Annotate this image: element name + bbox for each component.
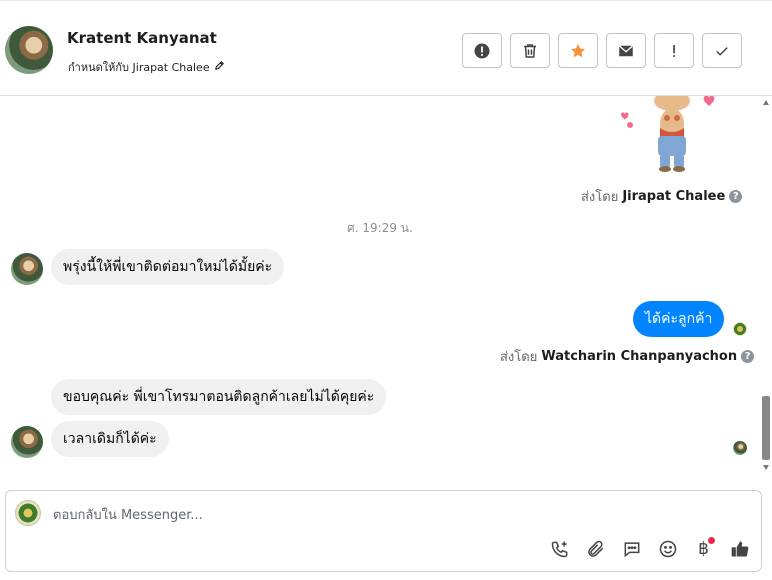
pencil-icon[interactable] <box>214 60 225 74</box>
emoji-icon <box>659 540 676 557</box>
phone-add-icon <box>551 541 567 557</box>
message-timestamp: ศ. 19:29 น. <box>347 221 413 235</box>
star-icon <box>570 43 586 57</box>
conversation-header: Kratent Kanyanat กำหนดให้กับ Jirapat Cha… <box>0 0 772 96</box>
delete-button[interactable] <box>510 33 550 68</box>
check-icon <box>716 46 728 56</box>
contact-avatar-small[interactable] <box>11 253 43 285</box>
sender-name[interactable]: Watcharin Chanpanyachon <box>541 349 737 364</box>
emoji-button[interactable] <box>656 537 679 560</box>
thumbs-up-icon <box>731 541 748 557</box>
incoming-message[interactable]: พรุ่งนี้ให้พี่เขาติดต่อมาใหม่ได้มั้ยค่ะ <box>51 249 285 285</box>
seen-indicator-avatar <box>733 322 747 336</box>
contact-avatar[interactable] <box>5 26 53 74</box>
saved-reply-icon <box>624 541 639 557</box>
report-spam-button[interactable] <box>462 33 502 68</box>
like-button[interactable] <box>728 537 751 560</box>
follow-up-button[interactable] <box>558 33 598 68</box>
exclamation-icon <box>673 44 675 57</box>
message-thread[interactable]: ส่งโดย Jirapat Chalee ? ศ. 19:29 น. พรุ่… <box>0 96 760 474</box>
teddy-bear-sticker[interactable] <box>620 96 720 172</box>
notification-dot <box>708 537 715 544</box>
scroll-down-arrow-icon[interactable] <box>763 465 769 470</box>
contact-name[interactable]: Kratent Kanyanat <box>67 29 217 47</box>
priority-button[interactable] <box>654 33 694 68</box>
sent-by-prefix: ส่งโดย <box>500 350 538 365</box>
reply-input[interactable] <box>53 505 653 525</box>
conversation-actions <box>462 33 742 68</box>
question-circle-icon[interactable]: ? <box>729 190 743 203</box>
envelope-icon <box>618 44 634 56</box>
contact-read-receipt-avatar <box>733 441 747 455</box>
incoming-message[interactable]: เวลาเดิมก็ได้ค่ะ <box>51 421 169 457</box>
payment-button[interactable]: ฿ <box>692 537 715 560</box>
phone-add-button[interactable] <box>548 537 571 560</box>
sticker-sent-by: ส่งโดย Jirapat Chalee ? <box>581 186 743 207</box>
scrollbar-thumb[interactable] <box>762 396 770 460</box>
reply-composer: ฿ <box>5 490 762 572</box>
mark-unread-button[interactable] <box>606 33 646 68</box>
saved-replies-button[interactable] <box>620 537 643 560</box>
contact-avatar-small[interactable] <box>11 426 43 458</box>
reply-sent-by: ส่งโดย Watcharin Chanpanyachon ? <box>500 346 755 367</box>
question-circle-icon[interactable]: ? <box>741 350 755 363</box>
assigned-to[interactable]: กำหนดให้กับ Jirapat Chalee <box>68 58 225 76</box>
outgoing-message[interactable]: ได้ค่ะลูกค้า <box>633 301 725 337</box>
trash-icon <box>524 43 536 58</box>
sender-name[interactable]: Jirapat Chalee <box>622 189 725 204</box>
sent-by-prefix: ส่งโดย <box>581 190 619 205</box>
assigned-to-label: กำหนดให้กับ Jirapat Chalee <box>68 61 210 74</box>
composer-tools: ฿ <box>548 537 751 560</box>
incoming-message[interactable]: ขอบคุณค่ะ พี่เขาโทรมาตอนติดลูกค้าเลยไม่ไ… <box>51 379 387 415</box>
page-avatar <box>15 500 41 526</box>
attach-button[interactable] <box>584 537 607 560</box>
thread-scrollbar[interactable] <box>760 96 772 474</box>
alert-circle-icon <box>474 43 490 58</box>
scroll-up-arrow-icon[interactable] <box>763 100 769 105</box>
mark-done-button[interactable] <box>702 33 742 68</box>
paperclip-icon <box>587 540 603 557</box>
